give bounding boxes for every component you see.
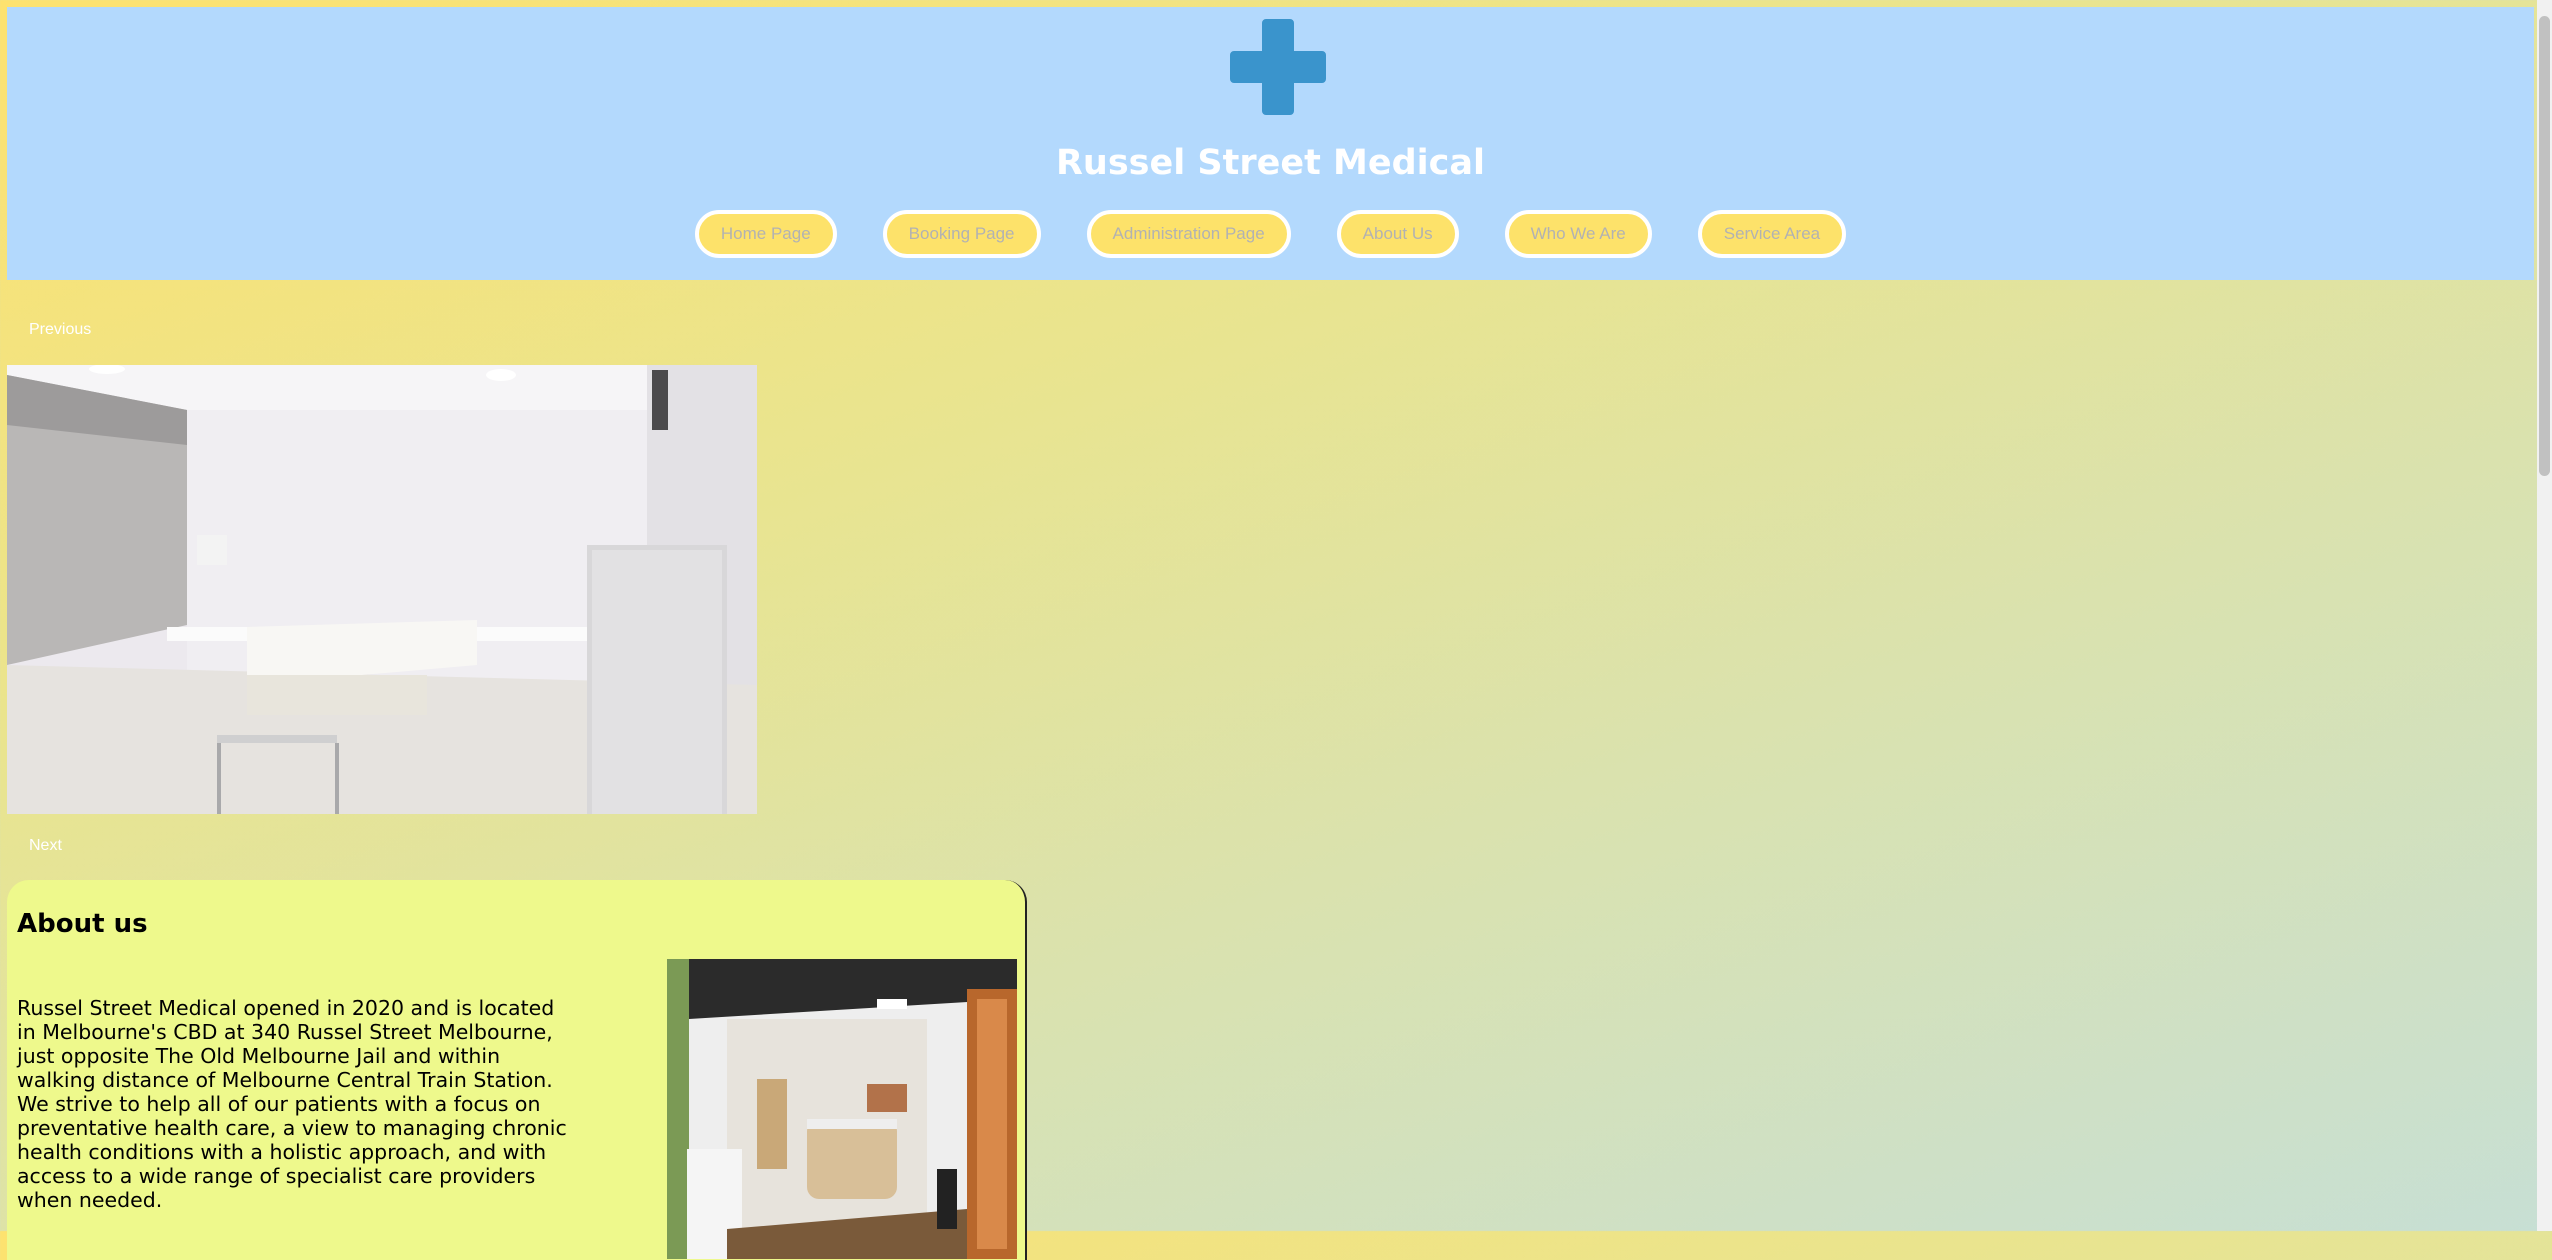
clinic-reception-image [667, 959, 1017, 1259]
nav-service-area-button[interactable]: Service Area [1697, 210, 1847, 258]
site-title: Russel Street Medical [1055, 143, 1486, 183]
page-scrollbar[interactable] [2537, 0, 2552, 1231]
main-nav: Home Page Booking Page Administration Pa… [7, 210, 2534, 258]
about-us-image [667, 959, 1017, 1259]
slideshow-image [7, 365, 757, 814]
about-us-text: Russel Street Medical opened in 2020 and… [17, 996, 567, 1212]
nav-administration-page-button[interactable]: Administration Page [1086, 210, 1291, 258]
site-header: Russel Street Medical Home Page Booking … [7, 7, 2534, 280]
nav-booking-page-button[interactable]: Booking Page [882, 210, 1041, 258]
slideshow-next-link[interactable]: Next [29, 837, 62, 855]
scrollbar-thumb[interactable] [2539, 16, 2550, 476]
nav-about-us-button[interactable]: About Us [1336, 210, 1459, 258]
clinic-exam-room-image [7, 365, 757, 814]
nav-home-page-button[interactable]: Home Page [694, 210, 837, 258]
nav-who-we-are-button[interactable]: Who We Are [1504, 210, 1652, 258]
slideshow-previous-link[interactable]: Previous [29, 321, 91, 339]
medical-cross-icon [1230, 19, 1326, 115]
about-us-section: About us Russel Street Medical opened in… [7, 880, 1027, 1260]
about-us-heading: About us [17, 909, 148, 939]
